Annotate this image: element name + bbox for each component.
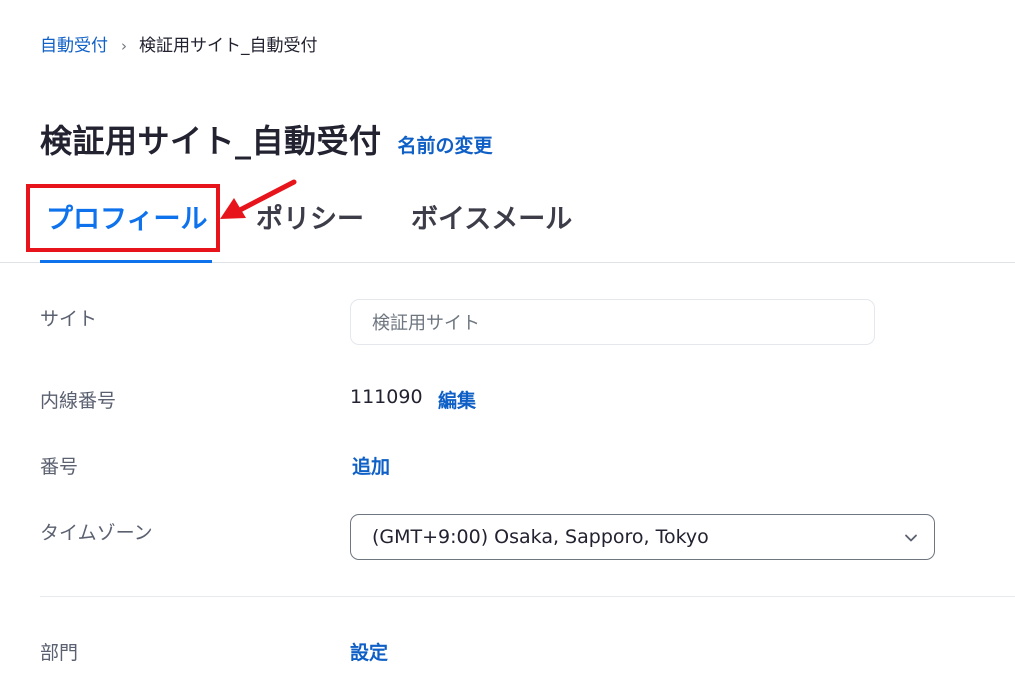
title-row: 検証用サイト_自動受付 名前の変更	[40, 116, 493, 162]
chevron-down-icon	[905, 534, 917, 542]
timezone-select-value: (GMT+9:00) Osaka, Sapporo, Tokyo	[372, 526, 709, 548]
breadcrumb-current: 検証用サイト_自動受付	[139, 36, 318, 56]
timezone-label: タイムゾーン	[40, 522, 153, 544]
red-arrow-annotation	[220, 179, 297, 219]
page-title: 検証用サイト_自動受付	[40, 122, 382, 160]
site-label: サイト	[40, 308, 98, 330]
timezone-select[interactable]: (GMT+9:00) Osaka, Sapporo, Tokyo	[350, 514, 935, 560]
extension-edit-link[interactable]: 編集	[438, 386, 476, 413]
extension-value: 111090	[350, 386, 423, 408]
section-divider	[40, 596, 1015, 597]
rename-link[interactable]: 名前の変更	[398, 131, 493, 158]
department-label: 部門	[40, 642, 79, 664]
breadcrumb-parent-link[interactable]: 自動受付	[40, 33, 108, 59]
annotation-highlight-box	[26, 184, 220, 252]
auto-receptionist-page: 自動受付 › 検証用サイト_自動受付 検証用サイト_自動受付 名前の変更 プロフ…	[0, 0, 1015, 688]
department-set-link[interactable]: 設定	[350, 638, 388, 665]
site-field-value: 検証用サイト	[372, 313, 480, 334]
active-tab-indicator	[40, 260, 212, 263]
number-label: 番号	[40, 456, 79, 478]
extension-label: 内線番号	[40, 390, 117, 412]
chevron-right-icon: ›	[121, 37, 127, 55]
tab-voicemail[interactable]: ボイスメール	[411, 200, 572, 240]
breadcrumb: 自動受付 › 検証用サイト_自動受付	[40, 33, 318, 59]
site-field: 検証用サイト	[350, 299, 875, 345]
number-add-link[interactable]: 追加	[352, 452, 390, 479]
